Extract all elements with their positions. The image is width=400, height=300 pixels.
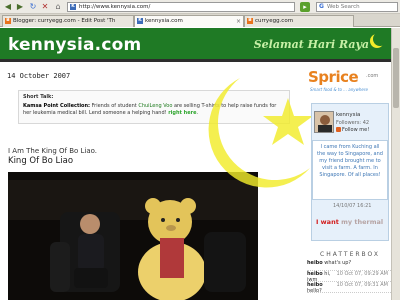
chat-text: what's up? [324, 260, 352, 266]
short-talk-label: Kamsa Point Collection: [23, 103, 91, 109]
kennysia-icon: K [137, 18, 143, 24]
short-talk-title: Short Talk: [23, 94, 54, 100]
chatterbox[interactable]: heibo what's up? 10 Oct 07, 09:29 AM hei… [307, 260, 391, 300]
chat-author[interactable]: heibo [307, 260, 323, 266]
scrollbar-thumb[interactable] [393, 48, 399, 108]
post-title[interactable]: King Of Bo Liao [8, 156, 73, 166]
right-here-link[interactable]: right here [168, 110, 196, 116]
short-talk-box: Short Talk: Kamsa Point Collection: Frie… [18, 90, 290, 124]
tab-bar: B Blogger: curryegg.com - Edit Post 'Th … [0, 14, 400, 27]
sprice-domain: .com [366, 73, 379, 79]
search-placeholder: Web Search [327, 4, 360, 10]
avatar-image [315, 112, 333, 132]
address-bar[interactable]: K http://www.kennysia.com/ [67, 2, 295, 12]
chat-time: 10 Oct 07, 09:29 AM [336, 271, 388, 277]
chat-message: heibo what's up? [307, 260, 391, 271]
i-want-prefix: I want [316, 218, 342, 226]
site-logo[interactable]: kennysia.com [8, 35, 141, 55]
i-want-item: my thermal [341, 218, 384, 226]
short-talk-text: Friends of student [90, 103, 139, 109]
post-photo [8, 172, 258, 300]
short-talk-text: . [196, 110, 199, 116]
i-want-banner[interactable]: I want my thermal [316, 218, 383, 226]
follow-me-label: Follow me! [342, 127, 370, 133]
blogger-icon: B [247, 18, 253, 24]
page-scrollbar[interactable] [391, 28, 400, 300]
profile-followers: Followers: 42 [336, 120, 370, 126]
tab-label: kennysia.com [145, 18, 183, 24]
site-favicon-icon: K [70, 4, 76, 10]
url-text: http://www.kennysia.com/ [79, 4, 151, 10]
chuileng-link[interactable]: ChuiLeng Voo [138, 103, 172, 109]
search-engine-icon: G [319, 3, 324, 10]
forward-icon[interactable]: ▶ [15, 2, 25, 12]
home-icon[interactable]: ⌂ [53, 2, 63, 12]
photo-king-and-teddy-bear [8, 172, 258, 300]
chat-message: 10 Oct 07, 09:29 AM heibo hi, iwm [307, 271, 391, 282]
search-input[interactable]: G Web Search [316, 2, 398, 12]
crescent-moon-icon [373, 32, 387, 46]
browser-toolbar: ◀ ▶ ↻ ✕ ⌂ K http://www.kennysia.com/ ▸ G… [0, 0, 400, 14]
short-talk-body: Kamsa Point Collection: Friends of stude… [23, 103, 285, 117]
close-tab-icon[interactable]: × [236, 16, 241, 27]
tab-label: curryegg.com [255, 18, 294, 24]
status-bubble: I came from Kuching all the way to Singa… [312, 140, 388, 200]
chat-text: hello? [307, 287, 322, 294]
tab-blogger-edit[interactable]: B Blogger: curryegg.com - Edit Post 'Th [2, 15, 134, 27]
chatterbox-title: CHATTERBOX [320, 251, 380, 258]
reload-icon[interactable]: ↻ [28, 2, 38, 12]
page-viewport: kennysia.com Selamat Hari Raya 14 Octobe… [0, 28, 391, 300]
site-header: kennysia.com Selamat Hari Raya [0, 28, 391, 62]
sprice-tagline: Smart food & to ... anywhere [310, 87, 368, 92]
chat-message: 10 Oct 07, 09:31 AM heibo hello? [307, 282, 391, 293]
short-talk-text: leukemia medical bill. Lend someone a he… [32, 110, 169, 116]
tab-label: Blogger: curryegg.com - Edit Post 'Th [13, 18, 116, 24]
avatar[interactable] [314, 111, 334, 133]
stop-icon[interactable]: ✕ [40, 2, 50, 12]
status-text: I came from Kuching all the way to Singa… [317, 144, 383, 178]
back-icon[interactable]: ◀ [3, 2, 13, 12]
follow-me-link[interactable]: Follow me! [336, 127, 369, 133]
sprice-wordmark: Sprice [308, 68, 359, 86]
profile-name[interactable]: kennysia [336, 112, 360, 118]
post-date: 14 October 2007 [7, 72, 71, 80]
tab-kennysia[interactable]: K kennysia.com × [134, 15, 244, 27]
status-timestamp: 14/10/07 16:21 [333, 203, 372, 209]
follow-icon [336, 127, 341, 132]
tab-curryegg[interactable]: B curryegg.com [244, 15, 354, 27]
post-body-text: I Am The King Of Bo Liao. [8, 147, 98, 155]
sprice-logo[interactable]: Sprice .com Smart food & to ... anywhere [308, 68, 390, 98]
rss-go-icon[interactable]: ▸ [300, 2, 310, 12]
hari-raya-greeting: Selamat Hari Raya [253, 38, 369, 51]
chat-time: 10 Oct 07, 09:31 AM [336, 282, 388, 288]
blogger-icon: B [5, 18, 11, 24]
